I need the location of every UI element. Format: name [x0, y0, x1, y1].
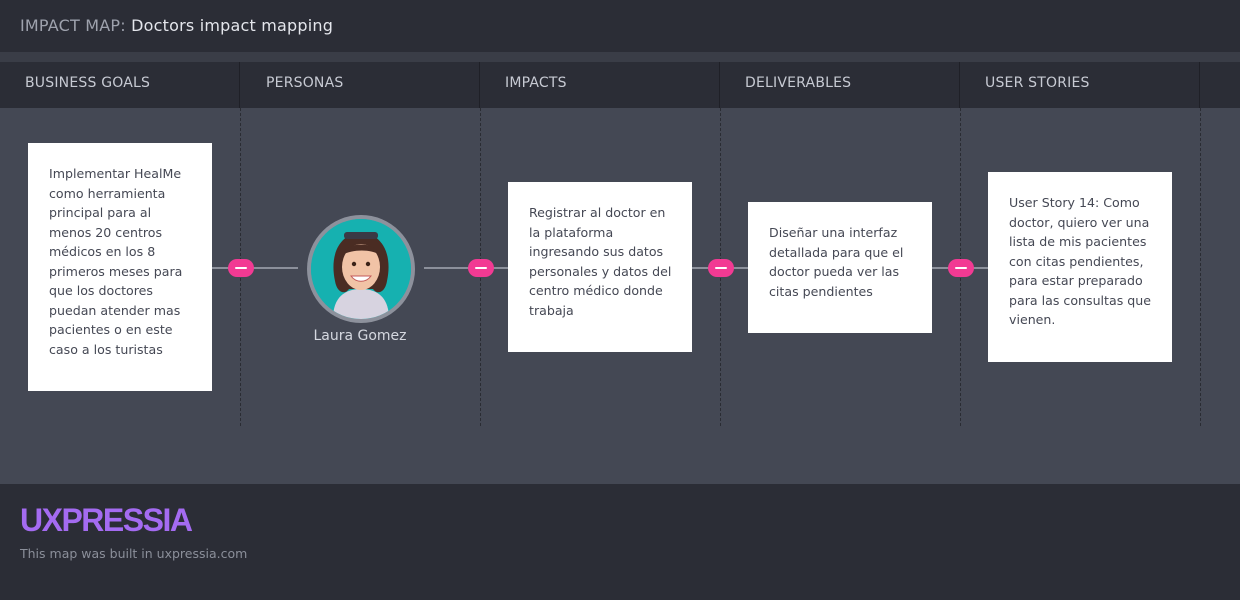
map-title: IMPACT MAP: Doctors impact mapping	[20, 16, 333, 35]
user-photo-icon-art	[311, 219, 411, 319]
connector-line	[212, 267, 298, 269]
header-divider	[0, 53, 1240, 62]
footer: UXPRESSIA This map was built in uxpressi…	[0, 484, 1240, 600]
card-text-line: citas pendientes	[769, 283, 873, 299]
persona-name[interactable]: Laura Gomez	[280, 328, 440, 344]
collapse-link-button[interactable]	[468, 259, 494, 277]
card-text-line: primeros meses para	[49, 263, 183, 279]
card-text-line: Diseñar una interfaz	[769, 225, 898, 240]
card-text-line: para las consultas que	[1009, 292, 1151, 308]
map-title-text[interactable]: Doctors impact mapping	[131, 16, 333, 35]
card-text-line: centro médico donde	[529, 283, 663, 298]
column-header-spacer	[1200, 62, 1240, 108]
impact-card[interactable]: Registrar al doctor en la plataforma ing…	[508, 182, 692, 352]
card-text-line: doctor, quiero ver una	[1009, 214, 1150, 230]
card-text-line: principal para al	[49, 205, 152, 220]
map-title-prefix: IMPACT MAP:	[20, 16, 126, 35]
card-text-line: pacientes o en este	[49, 322, 173, 337]
collapse-link-button[interactable]	[948, 259, 974, 277]
user-photo-icon	[311, 219, 411, 319]
card-text-line: para estar preparado	[1009, 273, 1143, 288]
card-text-line: trabaja	[529, 302, 574, 318]
user-story-card[interactable]: User Story 14: Como doctor, quiero ver u…	[988, 172, 1172, 362]
card-text-line: doctor pueda ver las	[769, 264, 900, 279]
card-text-line: caso a los turistas	[49, 341, 163, 357]
card-text-line: Implementar HealMe	[49, 166, 182, 181]
deliverable-card[interactable]: Diseñar una interfaz detallada para que …	[748, 202, 932, 333]
footer-note[interactable]: This map was built in uxpressia.com	[20, 546, 247, 561]
card-text-line: menos 20 centros	[49, 224, 163, 240]
uxpressia-logo[interactable]: UXPRESSIA	[20, 502, 193, 539]
card-text-line: ingresando sus datos	[529, 244, 664, 259]
card-text-line: que los doctores	[49, 283, 153, 298]
persona-avatar[interactable]	[307, 215, 415, 323]
column-header-user-stories[interactable]: USER STORIES	[960, 62, 1200, 108]
card-text-line: detallada para que el	[769, 244, 904, 260]
column-header-business-goals[interactable]: BUSINESS GOALS	[0, 62, 240, 108]
card-text-line: Registrar al doctor en	[529, 205, 666, 220]
map-header: IMPACT MAP: Doctors impact mapping	[0, 0, 1240, 53]
card-text-line: la plataforma	[529, 224, 614, 240]
card-text-line: personales y datos del	[529, 263, 672, 279]
card-text-line: vienen.	[1009, 312, 1056, 327]
card-text-line: lista de mis pacientes	[1009, 234, 1147, 249]
card-text-line: User Story 14: Como	[1009, 195, 1140, 210]
connector-line	[424, 267, 508, 269]
column-divider	[1200, 108, 1201, 426]
column-header-deliverables[interactable]: DELIVERABLES	[720, 62, 960, 108]
collapse-link-button[interactable]	[228, 259, 254, 277]
column-header-impacts[interactable]: IMPACTS	[480, 62, 720, 108]
business-goal-card[interactable]: Implementar HealMe como herramienta prin…	[28, 143, 212, 391]
map-canvas: Implementar HealMe como herramienta prin…	[0, 108, 1240, 484]
collapse-link-button[interactable]	[708, 259, 734, 277]
column-header-bar: BUSINESS GOALS PERSONAS IMPACTS DELIVERA…	[0, 62, 1240, 108]
column-header-personas[interactable]: PERSONAS	[240, 62, 480, 108]
card-text-line: con citas pendientes,	[1009, 253, 1144, 269]
card-text-line: médicos en los 8	[49, 244, 156, 259]
card-text-line: puedan atender mas	[49, 302, 181, 318]
card-text-line: como herramienta	[49, 185, 166, 201]
